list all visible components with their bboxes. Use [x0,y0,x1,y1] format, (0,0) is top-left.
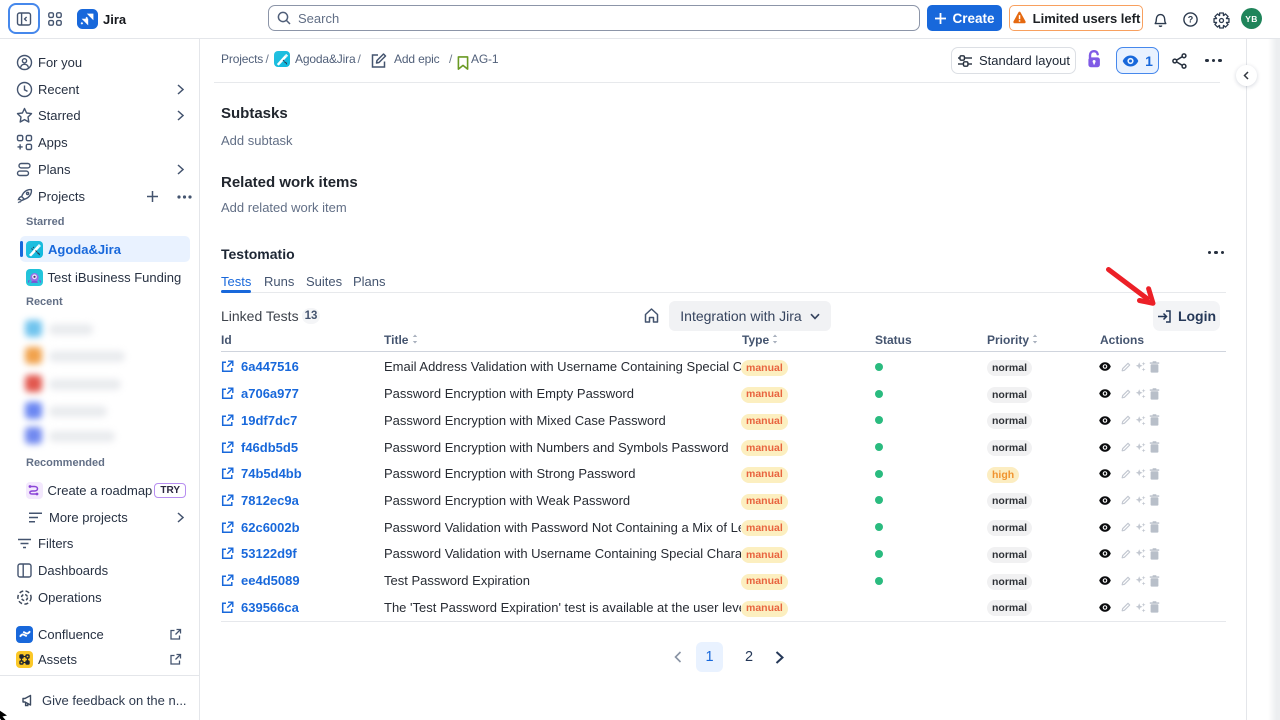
svg-text:?: ? [1188,15,1194,25]
